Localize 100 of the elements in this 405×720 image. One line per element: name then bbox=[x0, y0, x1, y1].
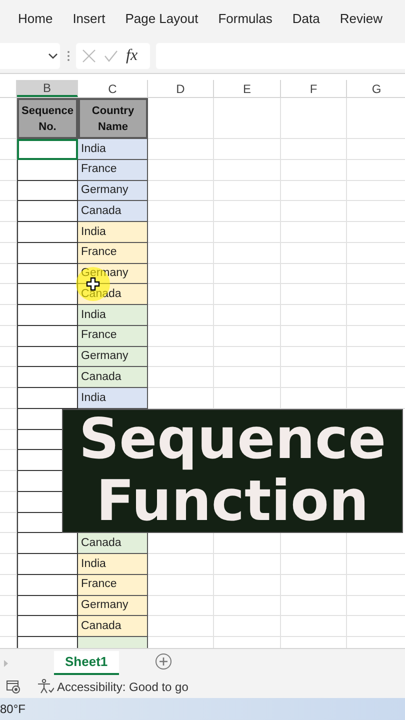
country-cell[interactable]: France bbox=[78, 326, 148, 346]
ribbon-tab[interactable]: Insert bbox=[72, 9, 106, 29]
grid-cell[interactable] bbox=[148, 180, 214, 202]
grid-cell[interactable] bbox=[214, 367, 281, 388]
grid-cell[interactable] bbox=[148, 242, 214, 264]
grid-cell[interactable] bbox=[148, 139, 214, 160]
sequence-cell[interactable] bbox=[17, 346, 78, 368]
grid-cell[interactable] bbox=[148, 616, 214, 637]
sequence-cell[interactable] bbox=[17, 574, 78, 596]
ribbon-tab[interactable]: Data bbox=[292, 9, 320, 29]
grid-cell[interactable] bbox=[148, 367, 214, 388]
grid-cell[interactable] bbox=[214, 139, 281, 160]
more-options-icon[interactable] bbox=[67, 50, 70, 62]
grid-cell[interactable] bbox=[148, 346, 214, 368]
grid-cell[interactable] bbox=[214, 180, 281, 202]
grid-cell[interactable] bbox=[148, 574, 214, 596]
sequence-cell[interactable] bbox=[17, 408, 62, 430]
macro-record-icon[interactable] bbox=[6, 680, 21, 694]
grid-cell[interactable] bbox=[214, 305, 281, 326]
close-icon[interactable] bbox=[82, 48, 96, 62]
grid-cell[interactable] bbox=[214, 242, 281, 264]
grid-cell[interactable] bbox=[148, 201, 214, 222]
country-cell[interactable]: India bbox=[78, 388, 148, 409]
grid-cell[interactable] bbox=[214, 284, 281, 305]
grid-cell[interactable] bbox=[148, 160, 214, 180]
grid-cell[interactable] bbox=[214, 554, 281, 575]
accessibility-icon[interactable] bbox=[37, 679, 54, 694]
ribbon-tab[interactable]: Formulas bbox=[218, 9, 272, 29]
sequence-cell[interactable] bbox=[17, 430, 62, 450]
sequence-cell[interactable] bbox=[17, 533, 78, 554]
grid-cell[interactable] bbox=[214, 346, 281, 368]
sequence-cell[interactable] bbox=[17, 554, 78, 575]
grid-cell[interactable] bbox=[214, 264, 281, 284]
sequence-cell[interactable] bbox=[17, 471, 62, 492]
scroll-left-icon[interactable] bbox=[4, 660, 8, 667]
country-cell[interactable]: India bbox=[78, 222, 148, 243]
grid-cell[interactable] bbox=[214, 596, 281, 616]
grid-cell[interactable] bbox=[148, 305, 214, 326]
grid-cell[interactable] bbox=[214, 326, 281, 346]
grid-cell[interactable] bbox=[281, 222, 347, 243]
country-cell[interactable]: India bbox=[78, 139, 148, 160]
grid-cell[interactable] bbox=[214, 574, 281, 596]
grid-cell[interactable] bbox=[281, 242, 347, 264]
grid-cell[interactable] bbox=[214, 616, 281, 637]
sequence-cell[interactable] bbox=[17, 160, 78, 180]
add-sheet-icon[interactable] bbox=[154, 653, 172, 670]
grid-cell[interactable] bbox=[281, 180, 347, 202]
grid-cell[interactable] bbox=[281, 139, 347, 160]
grid-cell[interactable] bbox=[148, 98, 214, 139]
ribbon-tab[interactable]: Home bbox=[18, 9, 53, 29]
country-cell[interactable]: Germany bbox=[78, 346, 148, 368]
sequence-cell[interactable] bbox=[17, 242, 78, 264]
country-cell[interactable]: Canada bbox=[78, 201, 148, 222]
grid-cell[interactable] bbox=[281, 305, 347, 326]
grid-cell[interactable] bbox=[214, 201, 281, 222]
weather-text[interactable]: 80°F bbox=[0, 700, 26, 718]
ribbon-tab[interactable]: Page Layout bbox=[125, 9, 198, 29]
grid-cell[interactable] bbox=[214, 98, 281, 139]
insert-function-button[interactable]: fx bbox=[126, 44, 138, 68]
grid-cell[interactable] bbox=[148, 284, 214, 305]
country-cell[interactable]: Canada bbox=[78, 367, 148, 388]
sequence-cell[interactable] bbox=[17, 596, 78, 616]
sheet-tab[interactable]: Sheet1 bbox=[54, 651, 119, 675]
country-cell[interactable]: France bbox=[78, 160, 148, 180]
sequence-cell[interactable] bbox=[17, 367, 78, 388]
sequence-cell[interactable] bbox=[17, 264, 78, 284]
grid-cell[interactable] bbox=[281, 284, 347, 305]
sequence-cell[interactable] bbox=[17, 201, 78, 222]
sequence-cell[interactable] bbox=[17, 326, 78, 346]
grid-cell[interactable] bbox=[281, 596, 347, 616]
country-cell[interactable]: Canada bbox=[78, 533, 148, 554]
grid-cell[interactable] bbox=[281, 264, 347, 284]
country-cell[interactable]: Germany bbox=[78, 180, 148, 202]
grid-cell[interactable] bbox=[281, 554, 347, 575]
grid-cell[interactable] bbox=[148, 554, 214, 575]
country-cell[interactable]: Canada bbox=[78, 616, 148, 637]
sequence-cell[interactable] bbox=[17, 284, 78, 305]
column-header[interactable]: B bbox=[17, 80, 78, 97]
grid-cell[interactable] bbox=[281, 616, 347, 637]
grid-cell[interactable] bbox=[281, 98, 347, 139]
grid-cell[interactable] bbox=[148, 596, 214, 616]
grid-cell[interactable] bbox=[148, 264, 214, 284]
country-cell[interactable]: India bbox=[78, 554, 148, 575]
sequence-cell[interactable] bbox=[17, 450, 62, 471]
sequence-cell[interactable] bbox=[17, 512, 62, 534]
checkmark-icon[interactable] bbox=[104, 50, 118, 62]
sequence-cell[interactable] bbox=[17, 388, 78, 409]
grid-cell[interactable] bbox=[214, 222, 281, 243]
sequence-cell[interactable] bbox=[17, 139, 78, 160]
grid-cell[interactable] bbox=[281, 346, 347, 368]
grid-cell[interactable] bbox=[214, 160, 281, 180]
grid-cell[interactable] bbox=[281, 326, 347, 346]
country-cell[interactable]: France bbox=[78, 574, 148, 596]
country-cell[interactable]: France bbox=[78, 242, 148, 264]
country-cell[interactable]: India bbox=[78, 305, 148, 326]
sequence-cell[interactable] bbox=[17, 492, 62, 512]
country-cell[interactable]: Germany bbox=[78, 596, 148, 616]
sequence-cell[interactable] bbox=[17, 305, 78, 326]
ribbon-tab[interactable]: Review bbox=[340, 9, 382, 29]
grid-cell[interactable] bbox=[281, 160, 347, 180]
